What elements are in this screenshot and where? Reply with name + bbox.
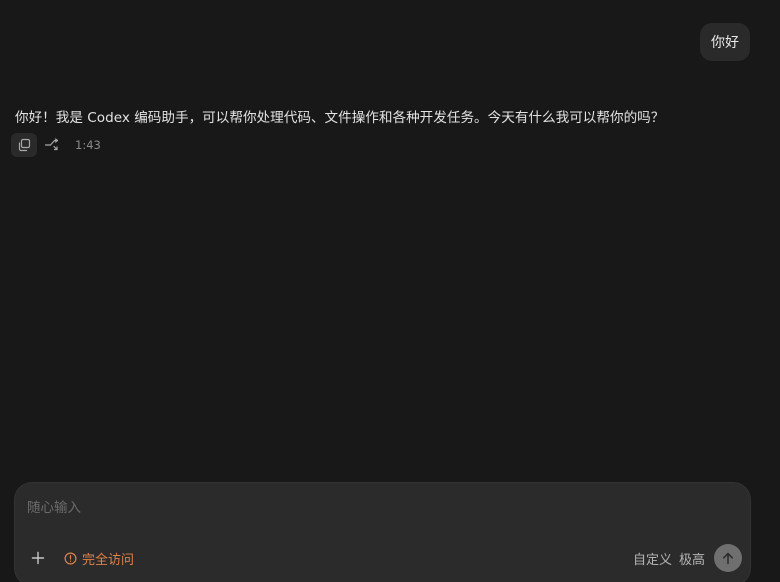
- user-message-text: 你好: [711, 35, 739, 51]
- branch-button[interactable]: [39, 133, 65, 157]
- message-input[interactable]: [27, 497, 727, 519]
- add-attachment-button[interactable]: [27, 547, 49, 569]
- full-access-label: 完全访问: [82, 552, 135, 568]
- warning-circle-icon: [64, 551, 77, 565]
- send-button[interactable]: [714, 544, 742, 572]
- full-access-button[interactable]: 完全访问: [64, 547, 134, 569]
- message-timestamp: 1:43: [75, 138, 101, 152]
- message-actions: 1:43: [11, 133, 101, 157]
- effort-selector[interactable]: 极高: [679, 549, 705, 568]
- copy-button[interactable]: [11, 133, 37, 157]
- copy-icon: [18, 138, 31, 152]
- chat-window: 你好 你好！我是 Codex 编码助手，可以帮你处理代码、文件操作和各种开发任务…: [0, 0, 780, 582]
- composer-controls: 自定义 极高: [633, 544, 742, 572]
- plus-icon: [31, 551, 45, 565]
- mode-selector[interactable]: 自定义: [633, 549, 672, 568]
- arrow-up-icon: [723, 552, 733, 564]
- assistant-message: 你好！我是 Codex 编码助手，可以帮你处理代码、文件操作和各种开发任务。今天…: [15, 110, 665, 126]
- user-message-bubble: 你好: [700, 23, 750, 61]
- branch-icon: [44, 138, 59, 151]
- composer: 完全访问 自定义 极高: [14, 482, 751, 582]
